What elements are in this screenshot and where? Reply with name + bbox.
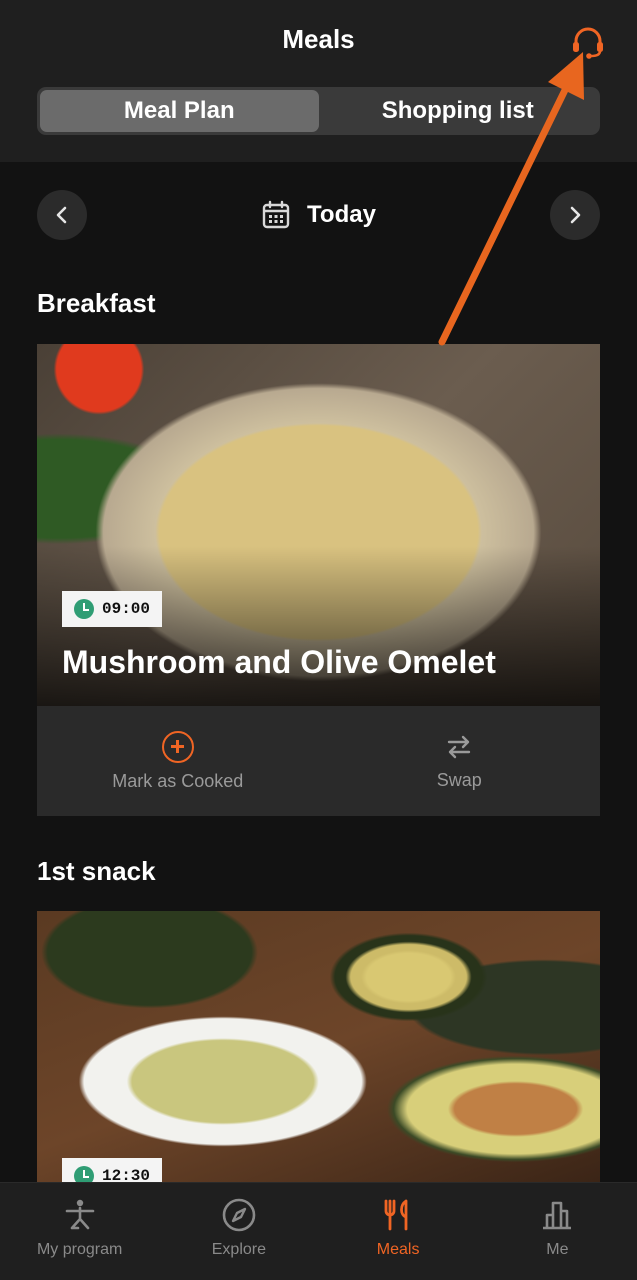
time-badge: 12:30	[62, 1158, 163, 1182]
headset-icon[interactable]	[568, 22, 608, 62]
previous-day-button[interactable]	[37, 190, 87, 240]
clock-icon	[74, 599, 94, 619]
meal-photo	[37, 911, 600, 1182]
tab-shopping-list[interactable]: Shopping list	[319, 90, 598, 132]
time-badge: 09:00	[62, 591, 163, 627]
mark-as-cooked-button[interactable]: Mark as Cooked	[37, 706, 319, 816]
tab-label: Explore	[211, 1241, 266, 1258]
tab-label: Meals	[376, 1241, 420, 1258]
mark-as-cooked-label: Mark as Cooked	[112, 770, 244, 791]
tab-meal-plan[interactable]: Meal Plan	[40, 90, 319, 132]
tab-explore[interactable]: Explore	[159, 1183, 318, 1280]
meal-actions: Mark as Cooked Swap	[37, 706, 600, 816]
calendar-icon	[262, 200, 290, 229]
tab-me[interactable]: Me	[478, 1183, 637, 1280]
meal-time: 12:30	[102, 1167, 151, 1182]
plus-circle-icon	[161, 730, 194, 763]
tab-meals[interactable]: Meals	[319, 1183, 478, 1280]
meal-card-1st-snack[interactable]: 12:30	[37, 911, 600, 1182]
swap-arrows-icon	[448, 735, 471, 758]
clock-icon	[74, 1166, 94, 1182]
tab-label: Me	[546, 1241, 569, 1258]
tab-my-program[interactable]: My program	[0, 1183, 159, 1280]
next-day-button[interactable]	[550, 190, 600, 240]
page-title: Meals	[282, 24, 355, 54]
bar-chart-icon	[543, 1201, 572, 1230]
section-title-1st-snack: 1st snack	[37, 856, 156, 886]
tab-label: My program	[36, 1241, 123, 1258]
fork-knife-icon	[384, 1199, 408, 1231]
top-header: Meals Meal Plan Shopping list	[0, 0, 637, 162]
yoga-pose-icon	[65, 1199, 94, 1230]
section-title-breakfast: Breakfast	[37, 288, 156, 318]
swap-button[interactable]: Swap	[319, 706, 601, 816]
meal-name: Mushroom and Olive Omelet	[62, 644, 496, 680]
swap-label: Swap	[436, 769, 482, 790]
meal-card-breakfast[interactable]: 09:00 Mushroom and Olive Omelet Mark as …	[37, 344, 600, 816]
date-navigator: Today	[37, 190, 600, 240]
date-display: Today	[37, 190, 600, 240]
meal-view-switch: Meal Plan Shopping list	[37, 87, 600, 135]
meal-time: 09:00	[102, 600, 151, 618]
bottom-tab-bar: My program Explore Meals Me	[0, 1182, 637, 1280]
compass-icon	[222, 1198, 256, 1232]
date-label[interactable]: Today	[307, 201, 376, 229]
chevron-right-icon	[570, 206, 581, 224]
chevron-left-icon	[56, 206, 67, 224]
